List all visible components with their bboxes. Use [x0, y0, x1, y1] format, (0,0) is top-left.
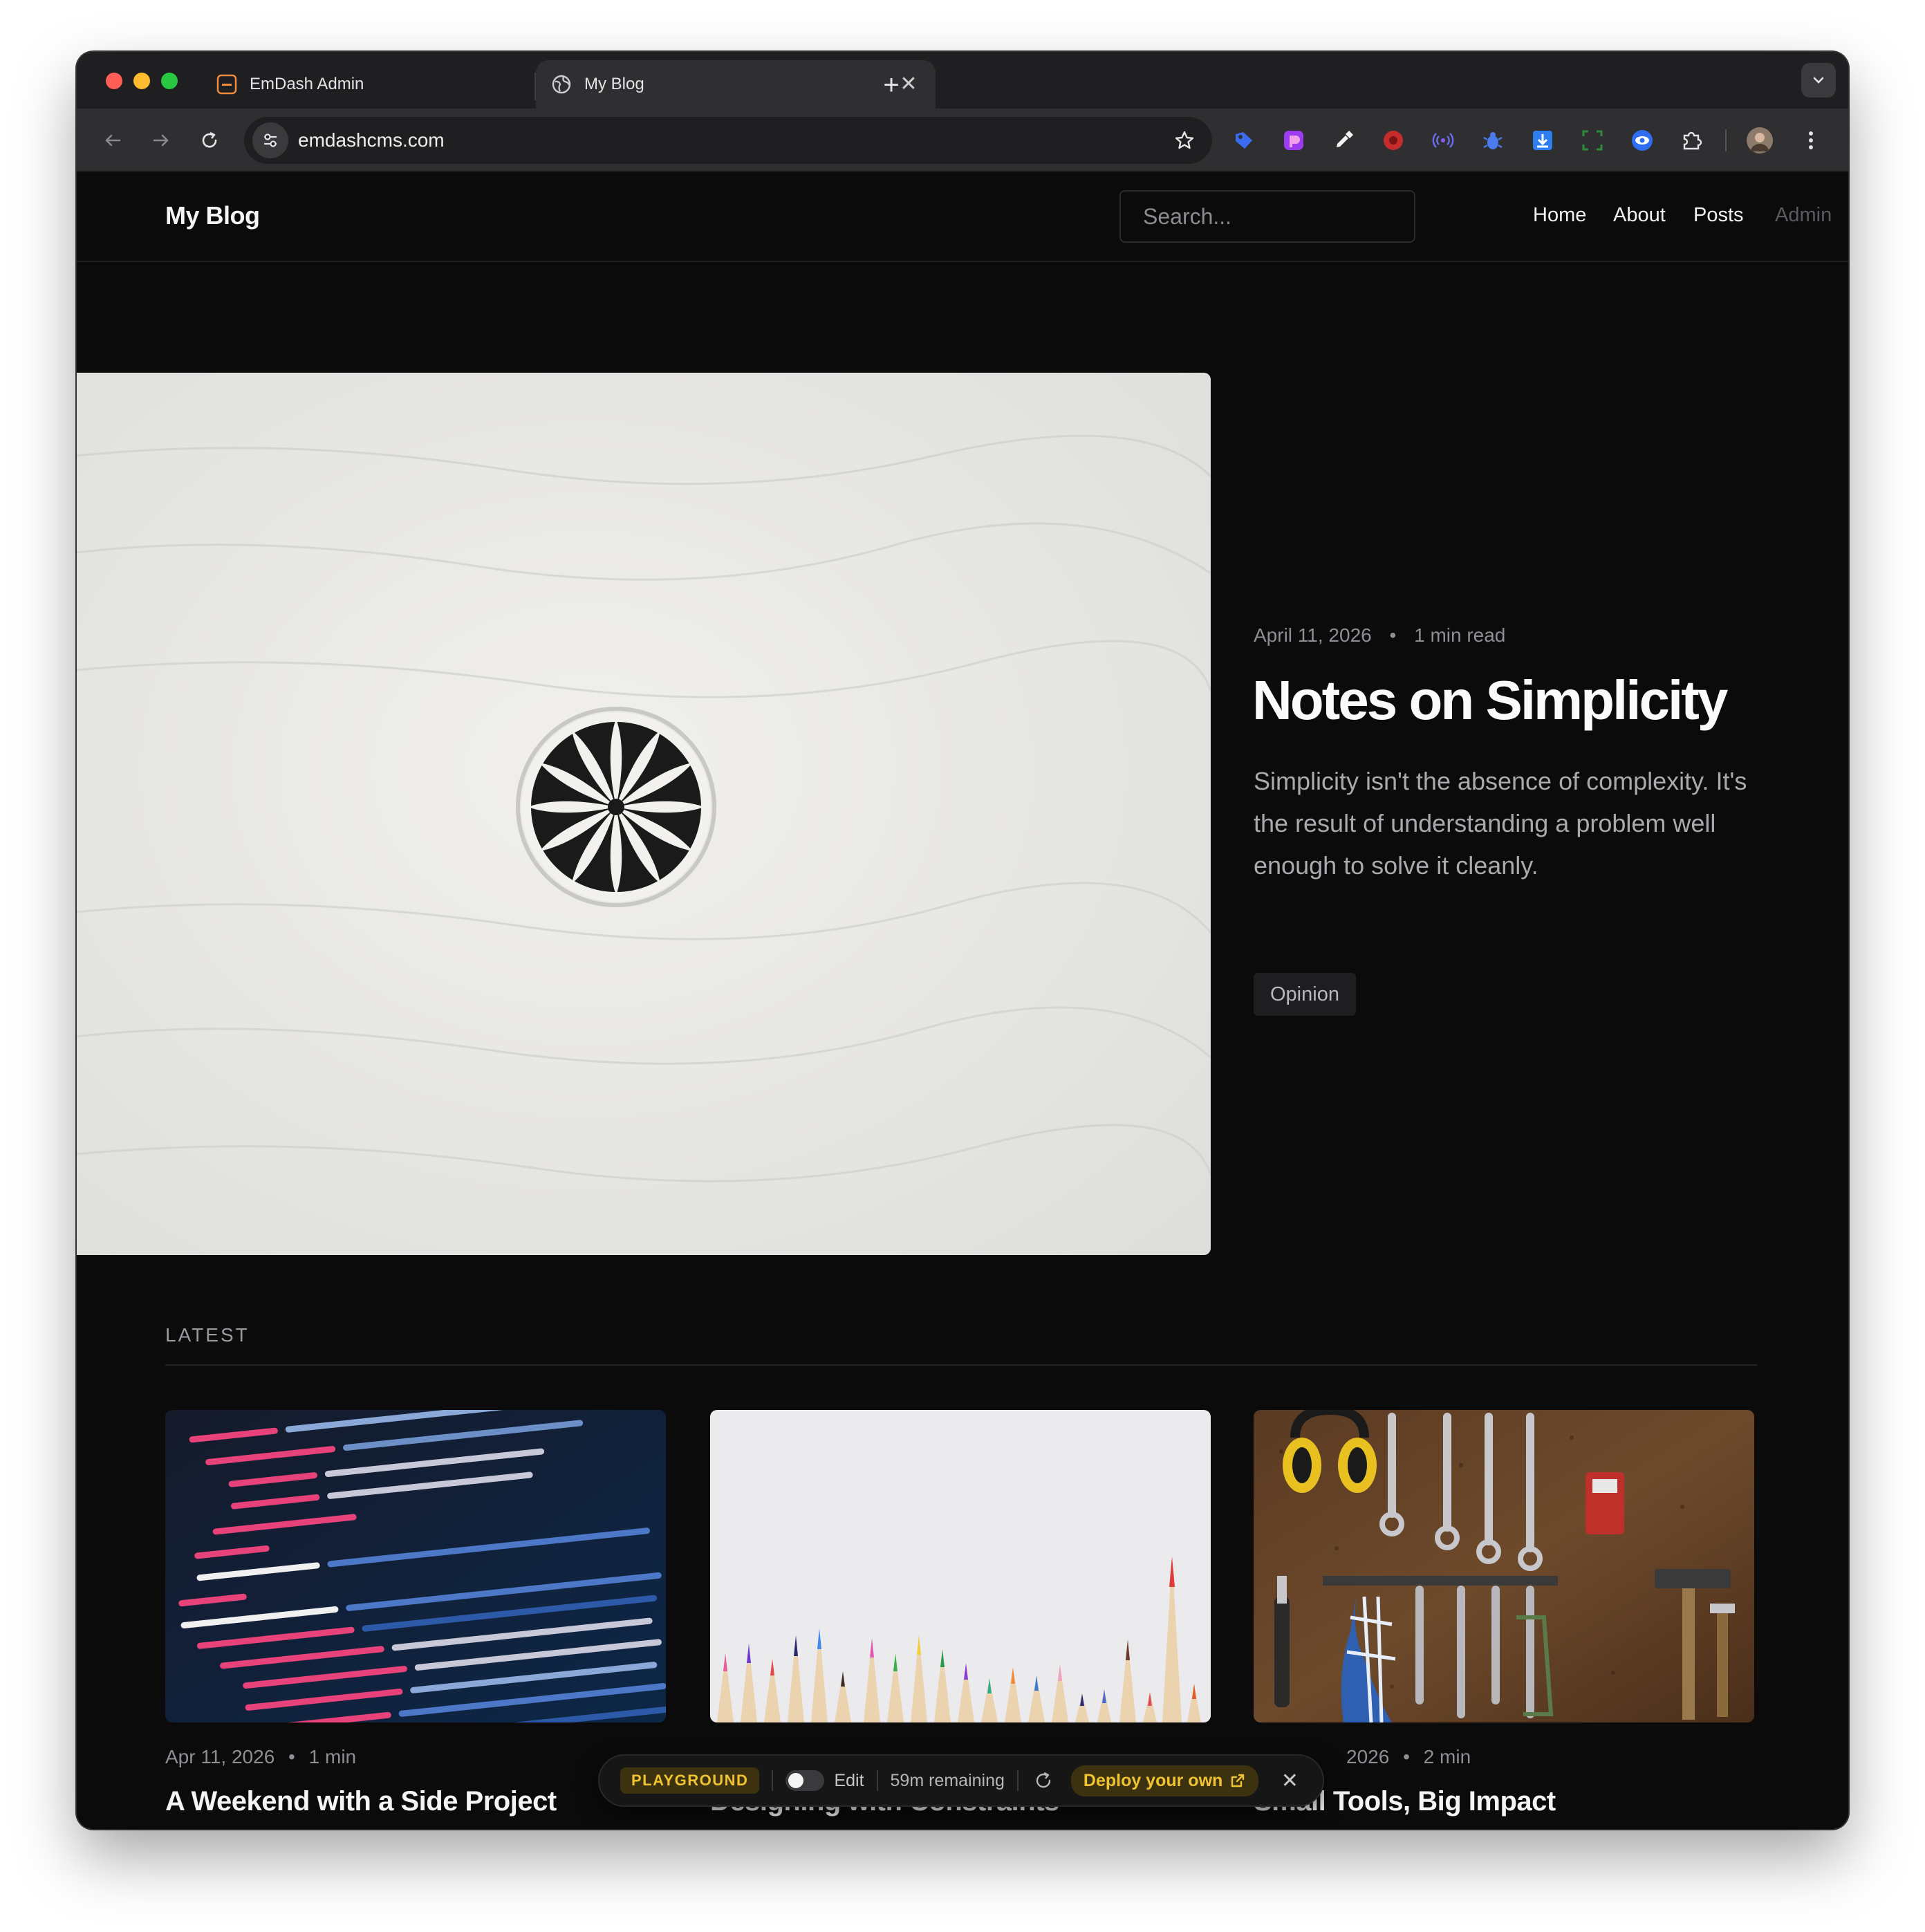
post-card-image[interactable] [1254, 1410, 1754, 1722]
playground-toolbar: PLAYGROUND Edit 59m remaining Deploy you… [598, 1754, 1324, 1807]
toolbar-divider [1016, 1770, 1019, 1791]
purple-app-icon[interactable] [1278, 125, 1309, 156]
featured-post-image[interactable] [77, 373, 1211, 1255]
tool-wall-image [1254, 1410, 1754, 1722]
reload-icon [202, 131, 217, 148]
nav-admin-link[interactable]: Admin [1775, 204, 1832, 227]
url-text[interactable]: emdashcms.com [298, 129, 1166, 151]
post-card-image[interactable] [165, 1410, 666, 1722]
nav-about-link[interactable]: About [1613, 204, 1666, 227]
tab-title: My Blog [584, 75, 644, 93]
bug-icon[interactable] [1478, 125, 1508, 156]
close-playground-bar-button[interactable]: ✕ [1279, 1769, 1300, 1793]
new-tab-button[interactable]: + [872, 66, 911, 104]
post-date: Apr 11, 2026 [165, 1746, 275, 1767]
nav-posts-link[interactable]: Posts [1693, 204, 1744, 227]
meta-separator: • [1389, 624, 1397, 646]
forward-button[interactable] [145, 124, 178, 157]
globe-icon [551, 74, 572, 95]
close-window-button[interactable] [106, 73, 122, 89]
radio-waves-icon[interactable] [1428, 125, 1458, 156]
eyedropper-icon[interactable] [1328, 125, 1359, 156]
playground-badge: PLAYGROUND [620, 1767, 760, 1794]
site-header: My Blog Home About Posts Admin [77, 172, 1848, 262]
toolbar-divider [876, 1770, 878, 1791]
red-record-icon[interactable] [1378, 125, 1408, 156]
tune-icon [264, 133, 277, 147]
deploy-label: Deploy your own [1083, 1770, 1223, 1790]
site-brand-link[interactable]: My Blog [165, 201, 260, 230]
toggle-knob [788, 1773, 804, 1788]
browser-toolbar: emdashcms.com [77, 109, 1848, 172]
white-textured-wall-with-floral-vent-image [77, 373, 1211, 1255]
time-remaining: 59m remaining [890, 1770, 1005, 1790]
toolbar-divider [772, 1770, 774, 1791]
featured-post-meta: April 11, 2026 • 1 min read [1254, 624, 1505, 647]
more-vertical-icon [1809, 131, 1813, 149]
meta-separator: • [288, 1746, 295, 1767]
post-date: April 11, 2026 [1254, 624, 1372, 646]
profile-avatar[interactable] [1745, 125, 1775, 156]
external-link-icon [1231, 1774, 1245, 1787]
latest-section-heading: LATEST [165, 1324, 250, 1346]
browser-menu-button[interactable] [1796, 125, 1826, 156]
edit-label: Edit [834, 1770, 864, 1790]
screenshot-frame-icon[interactable] [1577, 125, 1608, 156]
eye-icon[interactable] [1627, 125, 1657, 156]
nav-home-link[interactable]: Home [1533, 204, 1586, 227]
bookmark-button[interactable] [1166, 122, 1202, 158]
refresh-icon [1036, 1772, 1051, 1788]
tag-opinion[interactable]: Opinion [1254, 973, 1356, 1016]
post-card-meta: Apr 11, 2026 • 1 min [165, 1746, 356, 1768]
deploy-your-own-button[interactable]: Deploy your own [1070, 1765, 1259, 1796]
emdash-logo-icon [216, 74, 237, 95]
tab-strip: EmDash Admin ✕ My Blog ✕ + [77, 52, 1848, 109]
edit-mode-toggle[interactable] [785, 1770, 825, 1791]
featured-post-title[interactable]: Notes on Simplicity [1252, 669, 1728, 732]
post-card-image[interactable] [710, 1410, 1211, 1722]
maximize-window-button[interactable] [161, 73, 178, 89]
chevron-down-icon [1813, 77, 1824, 84]
forward-arrow-icon [153, 134, 169, 147]
minimize-window-button[interactable] [133, 73, 150, 89]
download-arrow-icon[interactable] [1527, 125, 1558, 156]
reload-button[interactable] [193, 124, 226, 157]
tab-title: EmDash Admin [250, 75, 364, 93]
colored-pencils-image [710, 1410, 1211, 1722]
toolbar-separator [1725, 129, 1727, 151]
site-info-button[interactable] [252, 122, 288, 158]
post-card-meta: 2026 • 2 min [1346, 1746, 1471, 1768]
reset-playground-button[interactable] [1031, 1768, 1056, 1793]
browser-window: EmDash Admin ✕ My Blog ✕ + [77, 52, 1848, 1829]
read-time: 2 min [1423, 1746, 1471, 1767]
read-time: 1 min read [1414, 624, 1506, 646]
back-button[interactable] [96, 124, 129, 157]
address-bar[interactable]: emdashcms.com [244, 117, 1212, 164]
tab-search-button[interactable] [1801, 63, 1836, 97]
star-icon [1175, 131, 1194, 149]
back-arrow-icon [105, 134, 121, 147]
featured-post-excerpt: Simplicity isn't the absence of complexi… [1254, 767, 1747, 880]
tag-extension-icon[interactable] [1229, 125, 1259, 156]
web-page: My Blog Home About Posts Admin [77, 172, 1848, 1829]
section-divider [165, 1364, 1757, 1366]
code-on-screen-image [165, 1410, 666, 1722]
read-time: 1 min [308, 1746, 357, 1767]
post-card-title[interactable]: A Weekend with a Side Project [165, 1786, 557, 1817]
meta-separator: • [1403, 1746, 1410, 1767]
puzzle-piece-icon[interactable] [1677, 125, 1707, 156]
post-date: 2026 [1346, 1746, 1390, 1767]
search-input[interactable] [1119, 190, 1415, 243]
